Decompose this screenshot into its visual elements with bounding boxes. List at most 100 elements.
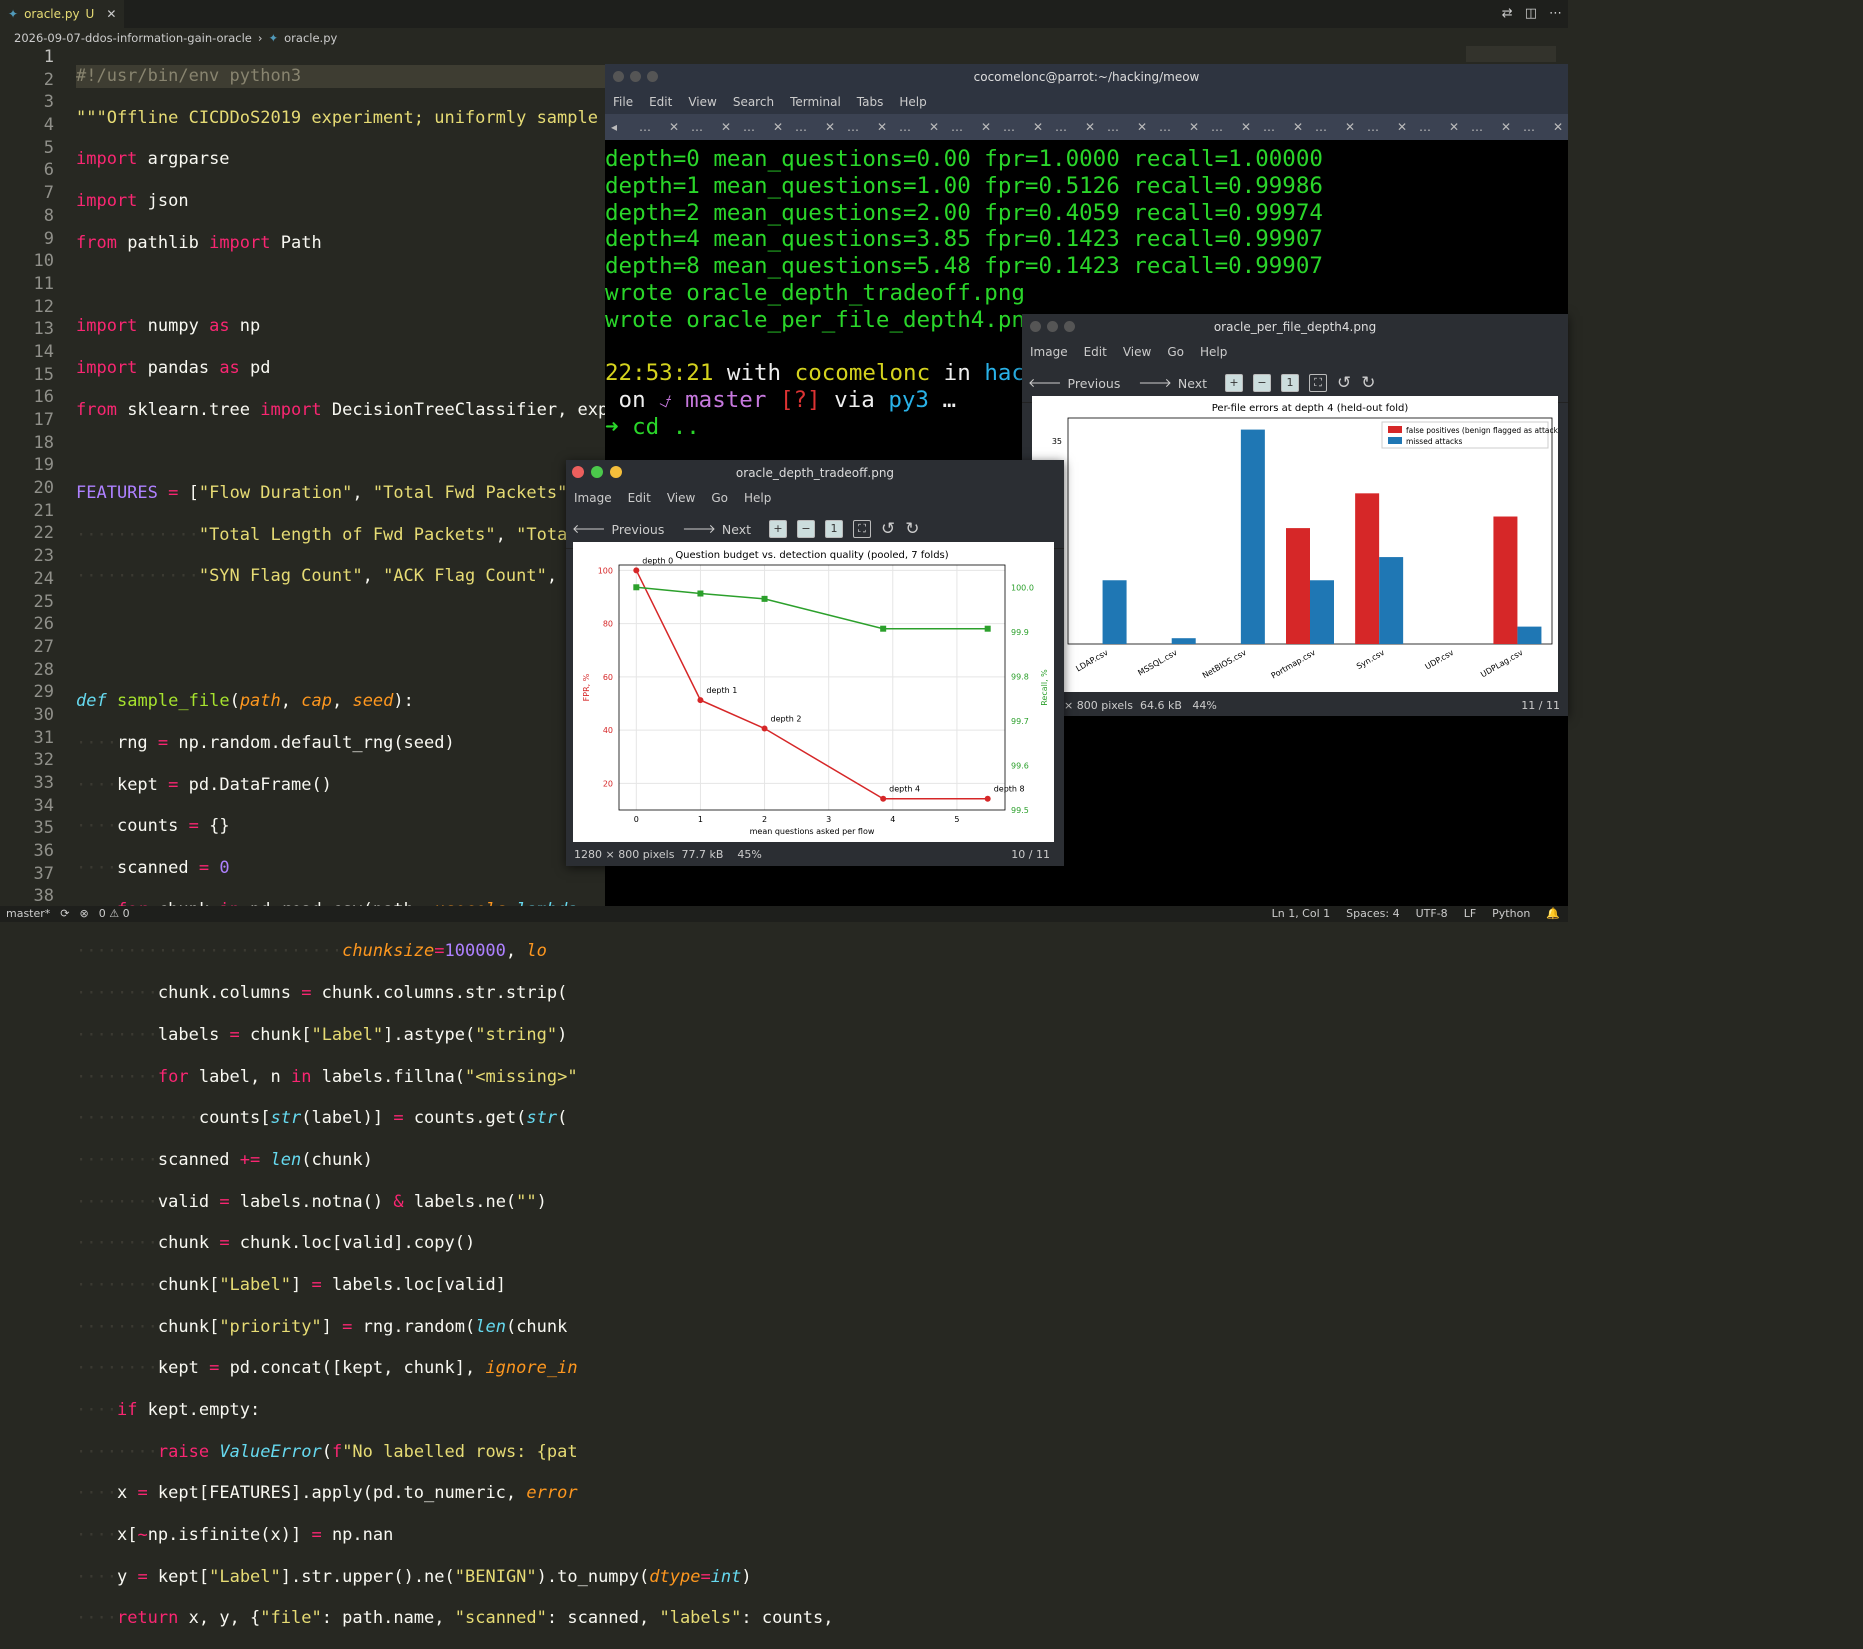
minimize-window-button[interactable] <box>630 71 641 82</box>
viewer-titlebar[interactable]: oracle_per_file_depth4.png <box>1022 314 1568 340</box>
tab-oracle-py[interactable]: ✦ oracle.py U ✕ <box>0 0 125 28</box>
menu-edit[interactable]: Edit <box>628 491 651 505</box>
terminal-tab[interactable]: … ✕ <box>1407 120 1459 134</box>
maximize-window-button[interactable] <box>647 71 658 82</box>
scroll-left-icon[interactable]: ◂ <box>605 120 627 134</box>
eol[interactable]: LF <box>1464 907 1476 920</box>
menu-view[interactable]: View <box>1123 345 1151 359</box>
sync-icon[interactable]: ⟳ <box>60 907 69 920</box>
close-tab-icon[interactable]: ✕ <box>1189 120 1199 134</box>
close-tab-icon[interactable]: ✕ <box>877 120 887 134</box>
breadcrumb-folder[interactable]: 2026-09-07-ddos-information-gain-oracle <box>14 31 252 45</box>
close-tab-icon[interactable]: ✕ <box>929 120 939 134</box>
terminal-tab[interactable]: … ✕ <box>679 120 731 134</box>
rotate-left-icon[interactable]: ↺ <box>881 519 895 539</box>
close-window-button[interactable] <box>572 466 584 478</box>
menu-view[interactable]: View <box>688 95 716 109</box>
image-canvas[interactable]: Per-file errors at depth 4 (held-out fol… <box>1032 396 1558 692</box>
terminal-tab[interactable]: … ✕ <box>991 120 1043 134</box>
terminal-titlebar[interactable]: cocomelonc@parrot:~/hacking/meow <box>605 64 1568 90</box>
close-tab-icon[interactable]: ✕ <box>1241 120 1251 134</box>
close-tab-icon[interactable]: ✕ <box>721 120 731 134</box>
terminal-tab[interactable]: … ✕ <box>1459 120 1511 134</box>
maximize-window-button[interactable] <box>1064 321 1075 332</box>
fit-to-window-icon[interactable]: ⛶ <box>853 520 872 538</box>
language-mode[interactable]: Python <box>1492 907 1530 920</box>
menu-image[interactable]: Image <box>1030 345 1068 359</box>
menu-file[interactable]: File <box>613 95 633 109</box>
terminal-tab[interactable]: … ✕ <box>783 120 835 134</box>
terminal-tab[interactable]: … ✕ <box>887 120 939 134</box>
close-tab-icon[interactable]: ✕ <box>981 120 991 134</box>
terminal-tab[interactable]: … ✕ <box>1199 120 1251 134</box>
minimize-window-button[interactable] <box>610 466 622 478</box>
close-tab-icon[interactable]: ✕ <box>1345 120 1355 134</box>
close-icon[interactable]: ✕ <box>106 7 116 21</box>
split-editor-icon[interactable]: ◫ <box>1525 6 1537 21</box>
menu-edit[interactable]: Edit <box>649 95 672 109</box>
menu-view[interactable]: View <box>667 491 695 505</box>
maximize-window-button[interactable] <box>591 466 603 478</box>
encoding[interactable]: UTF-8 <box>1416 907 1448 920</box>
terminal-tab[interactable]: … ✕ <box>1355 120 1407 134</box>
close-tab-icon[interactable]: ✕ <box>1137 120 1147 134</box>
terminal-tab[interactable]: … ✕ <box>939 120 991 134</box>
menu-terminal[interactable]: Terminal <box>790 95 841 109</box>
bell-icon[interactable]: 🔔 <box>1546 907 1560 920</box>
rotate-right-icon[interactable]: ↻ <box>1361 373 1375 393</box>
terminal-tab[interactable]: … ✕ <box>1511 120 1563 134</box>
menu-go[interactable]: Go <box>711 491 728 505</box>
menu-image[interactable]: Image <box>574 491 612 505</box>
menu-search[interactable]: Search <box>733 95 774 109</box>
zoom-out-button[interactable]: − <box>1253 374 1272 392</box>
zoom-in-button[interactable]: + <box>769 520 788 538</box>
previous-button[interactable]: 🡐 Previous <box>572 521 664 537</box>
more-actions-icon[interactable]: ⋯ <box>1549 6 1562 21</box>
terminal-tab[interactable]: … ✕ <box>1147 120 1199 134</box>
close-tab-icon[interactable]: ✕ <box>669 120 679 134</box>
close-tab-icon[interactable]: ✕ <box>1085 120 1095 134</box>
terminal-tab[interactable]: … ✕ <box>731 120 783 134</box>
terminal-tab[interactable]: … ✕ <box>1095 120 1147 134</box>
terminal-tab[interactable]: … ✕ <box>1303 120 1355 134</box>
next-button[interactable]: 🡒 Next <box>682 521 751 537</box>
close-tab-icon[interactable]: ✕ <box>773 120 783 134</box>
close-window-button[interactable] <box>1030 321 1041 332</box>
fit-to-window-icon[interactable]: ⛶ <box>1309 374 1328 392</box>
zoom-normal-button[interactable]: 1 <box>825 520 844 538</box>
breadcrumb-file[interactable]: oracle.py <box>284 31 337 45</box>
close-window-button[interactable] <box>613 71 624 82</box>
close-tab-icon[interactable]: ✕ <box>1033 120 1043 134</box>
close-tab-icon[interactable]: ✕ <box>1293 120 1303 134</box>
minimap[interactable] <box>1466 46 1556 62</box>
menu-help[interactable]: Help <box>899 95 926 109</box>
rotate-left-icon[interactable]: ↺ <box>1337 373 1351 393</box>
minimize-window-button[interactable] <box>1047 321 1058 332</box>
rotate-right-icon[interactable]: ↻ <box>905 519 919 539</box>
git-branch[interactable]: master* <box>6 907 50 920</box>
previous-button[interactable]: 🡐 Previous <box>1028 375 1120 391</box>
zoom-out-button[interactable]: − <box>797 520 816 538</box>
close-tab-icon[interactable]: ✕ <box>1553 120 1563 134</box>
indentation[interactable]: Spaces: 4 <box>1346 907 1399 920</box>
zoom-normal-button[interactable]: 1 <box>1281 374 1300 392</box>
problems-count[interactable]: 0 ⚠ 0 <box>99 907 130 920</box>
menu-go[interactable]: Go <box>1167 345 1184 359</box>
close-tab-icon[interactable]: ✕ <box>825 120 835 134</box>
zoom-in-button[interactable]: + <box>1225 374 1244 392</box>
menu-help[interactable]: Help <box>1200 345 1227 359</box>
menu-help[interactable]: Help <box>744 491 771 505</box>
source-control-compare-icon[interactable]: ⇄ <box>1502 6 1513 21</box>
next-button[interactable]: 🡒 Next <box>1138 375 1207 391</box>
terminal-tab[interactable]: … ✕ <box>835 120 887 134</box>
menu-tabs[interactable]: Tabs <box>857 95 884 109</box>
terminal-tab[interactable]: … ✕ <box>1043 120 1095 134</box>
close-tab-icon[interactable]: ✕ <box>1501 120 1511 134</box>
menu-edit[interactable]: Edit <box>1084 345 1107 359</box>
terminal-tab[interactable]: … ✕ <box>1251 120 1303 134</box>
close-tab-icon[interactable]: ✕ <box>1397 120 1407 134</box>
close-tab-icon[interactable]: ✕ <box>1449 120 1459 134</box>
viewer-titlebar[interactable]: oracle_depth_tradeoff.png <box>566 460 1064 486</box>
terminal-tab[interactable]: … ✕ <box>627 120 679 134</box>
cursor-position[interactable]: Ln 1, Col 1 <box>1272 907 1331 920</box>
